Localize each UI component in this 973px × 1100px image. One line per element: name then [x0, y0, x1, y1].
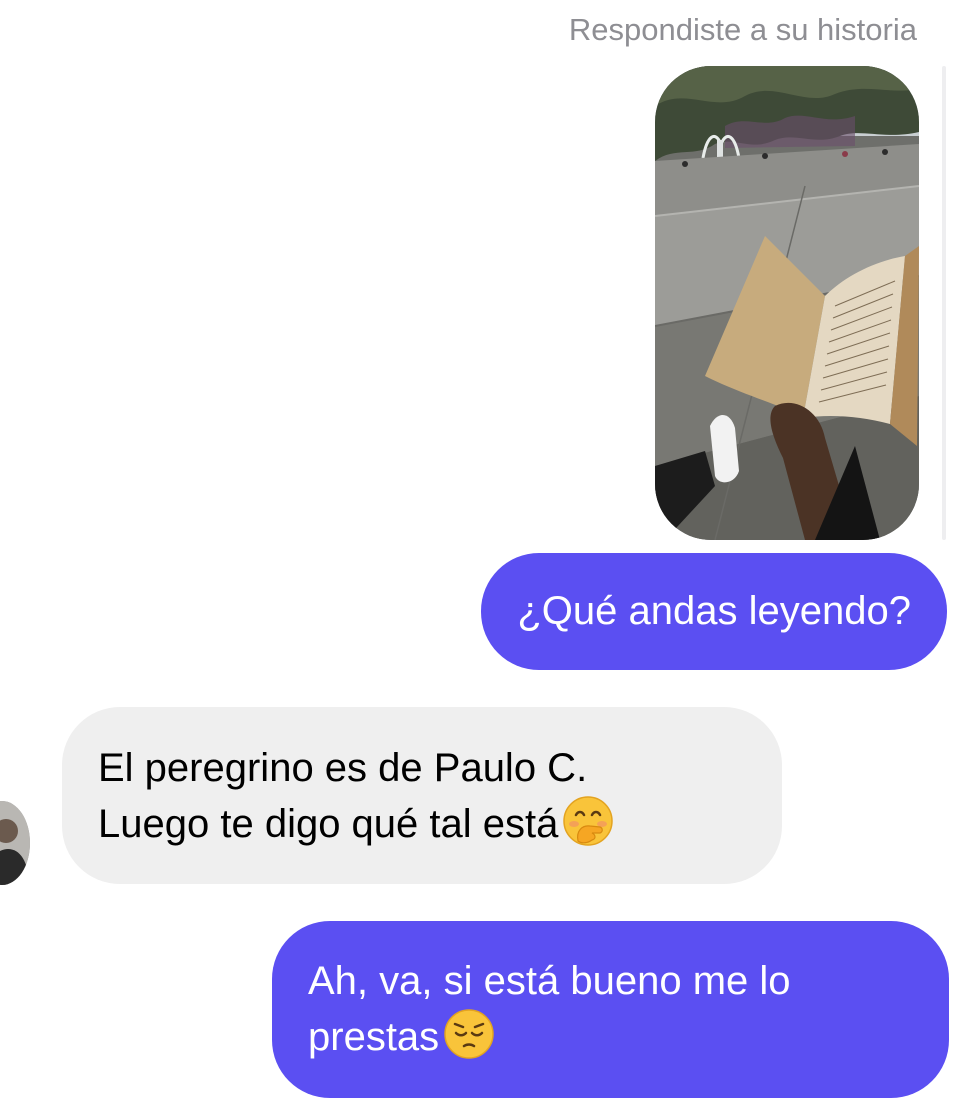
message-text-fragment: Luego te digo qué tal está	[98, 802, 559, 846]
pensive-face-icon	[444, 1009, 494, 1059]
outgoing-message-bubble[interactable]: Ah, va, si está bueno me lo prestas	[272, 921, 949, 1098]
message-text-line: Ah, va, si está bueno me lo	[308, 959, 791, 1003]
story-reply-indicator-bar	[942, 66, 946, 540]
message-text-line: Luego te digo qué tal está	[98, 795, 746, 851]
contact-avatar[interactable]	[0, 801, 30, 885]
outgoing-message-bubble[interactable]: ¿Qué andas leyendo?	[481, 553, 947, 670]
chat-thread: Respondiste a su historia ¿Qué andas ley…	[0, 0, 973, 1100]
story-thumbnail[interactable]	[655, 66, 919, 540]
story-reply-caption: Respondiste a su historia	[568, 12, 917, 47]
message-text-fragment: prestas	[308, 1015, 440, 1059]
story-photo-image	[655, 66, 919, 540]
message-text: ¿Qué andas leyendo?	[517, 589, 911, 633]
message-text-line: prestas	[308, 1008, 913, 1064]
contact-avatar-image	[0, 801, 30, 885]
message-text-line: El peregrino es de Paulo C.	[98, 746, 588, 790]
face-with-hand-over-mouth-icon	[563, 796, 614, 846]
incoming-message-bubble[interactable]: El peregrino es de Paulo C. Luego te dig…	[62, 707, 782, 884]
